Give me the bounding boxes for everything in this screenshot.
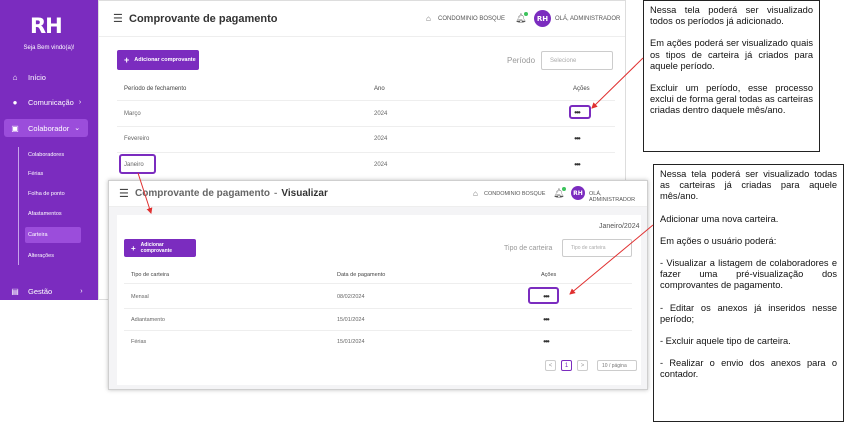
arrow-to-detail-screen	[137, 172, 153, 214]
arrow-to-actions-2	[569, 224, 654, 295]
arrow-to-actions-1	[591, 57, 644, 109]
annotation-arrows	[137, 57, 654, 295]
